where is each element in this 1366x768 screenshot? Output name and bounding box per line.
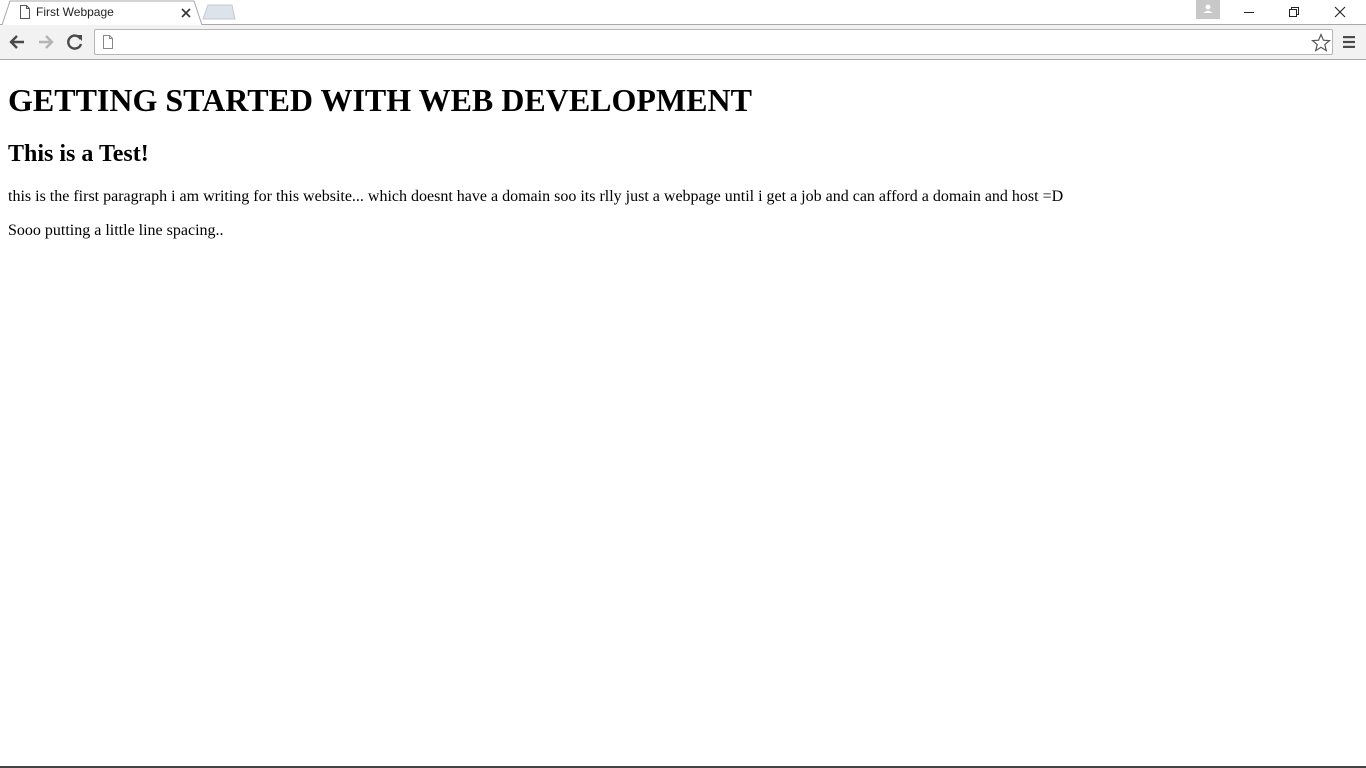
person-icon — [1203, 4, 1213, 13]
tab-strip: First Webpage — [0, 0, 1366, 25]
address-bar[interactable] — [94, 29, 1333, 55]
tab-first-webpage[interactable]: First Webpage — [2, 0, 202, 25]
paragraph-first: this is the first paragraph i am writing… — [8, 188, 1064, 205]
back-button[interactable] — [7, 32, 27, 52]
star-icon[interactable] — [1310, 32, 1332, 53]
minimize-icon — [1244, 12, 1254, 13]
restore-icon — [1289, 7, 1299, 17]
close-window-button[interactable] — [1318, 0, 1363, 24]
page-heading: GETTING STARTED WITH WEB DEVELOPMENT — [8, 82, 752, 118]
profile-avatar-button[interactable] — [1196, 0, 1220, 19]
browser-window: First Webpage GETTING STARTED WITH WEB D… — [0, 0, 1366, 768]
restore-button[interactable] — [1272, 0, 1317, 24]
page-content: GETTING STARTED WITH WEB DEVELOPMENT Thi… — [0, 61, 1366, 766]
arrow-right-icon — [39, 35, 54, 49]
forward-button[interactable] — [36, 32, 56, 52]
page-icon — [102, 35, 114, 54]
arrow-left-icon — [9, 35, 24, 49]
reload-icon — [67, 34, 83, 50]
address-input[interactable] — [123, 33, 1297, 53]
minimize-button[interactable] — [1227, 0, 1272, 24]
reload-button[interactable] — [65, 32, 85, 52]
browser-toolbar — [0, 25, 1366, 60]
close-icon — [1334, 6, 1346, 18]
page-icon — [19, 5, 31, 19]
tab-close-icon[interactable] — [180, 6, 192, 18]
tab-title: First Webpage — [36, 5, 114, 19]
page-subheading: This is a Test! — [8, 141, 149, 167]
hamburger-menu-icon[interactable] — [1341, 34, 1357, 50]
new-tab-icon[interactable] — [202, 4, 236, 24]
paragraph-second: Sooo putting a little line spacing.. — [8, 222, 224, 239]
